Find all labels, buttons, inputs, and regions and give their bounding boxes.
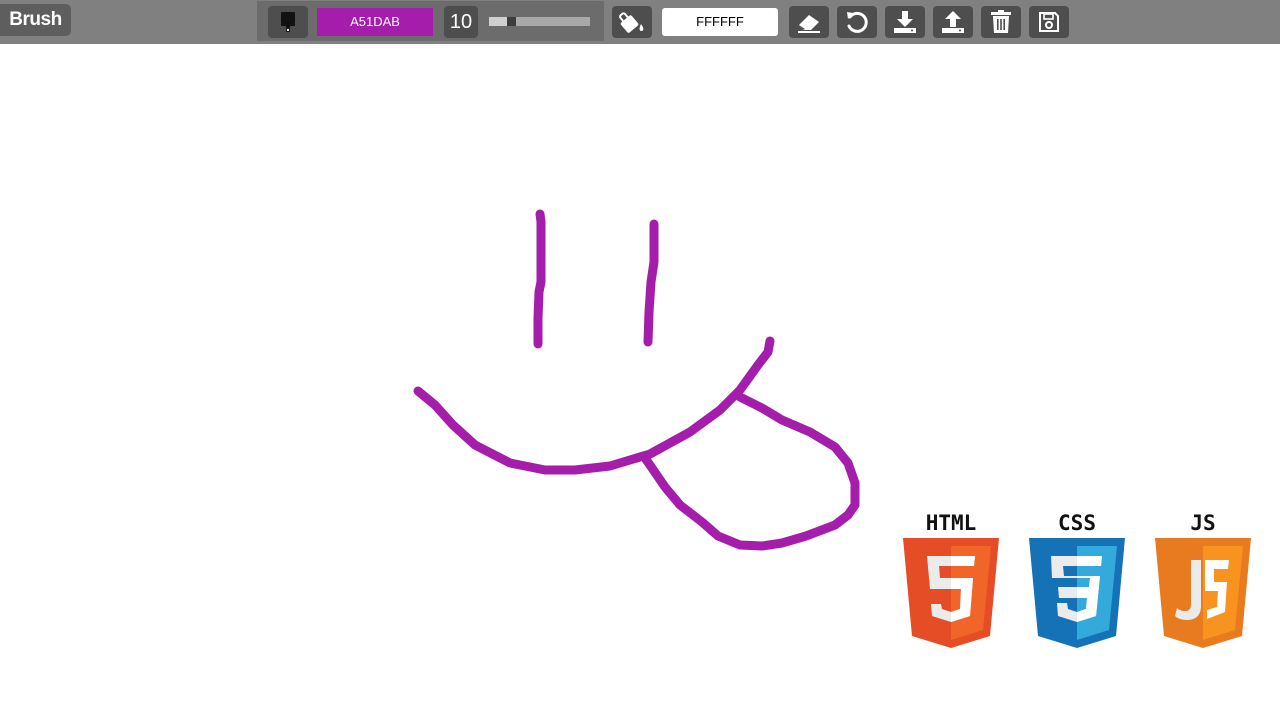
left-eye-stroke — [533, 209, 546, 349]
mode-label[interactable]: Brush — [0, 4, 71, 36]
paintbrush-icon — [281, 12, 295, 32]
brush-color-input[interactable] — [317, 8, 433, 36]
save-button[interactable] — [1029, 6, 1069, 38]
js-shield — [1155, 538, 1251, 648]
brush-tool-button[interactable] — [268, 6, 308, 38]
eraser-icon — [798, 15, 820, 33]
html5-shield — [903, 538, 999, 648]
fill-tool-button[interactable] — [612, 6, 652, 38]
css3-shield — [1029, 538, 1125, 648]
brush-size-slider-fill — [489, 17, 507, 26]
css-logo-title: CSS — [1058, 511, 1096, 535]
html5-logo: HTML — [903, 510, 999, 650]
mouth-stroke — [413, 336, 775, 475]
clear-canvas-button[interactable] — [981, 6, 1021, 38]
background-color-input[interactable] — [662, 8, 778, 36]
brush-size-slider[interactable] — [489, 17, 590, 26]
upload-button[interactable] — [933, 6, 973, 38]
html-logo-title: HTML — [925, 511, 977, 535]
js-logo: JS — [1155, 510, 1251, 650]
js-logo-title: JS — [1190, 511, 1216, 535]
floppy-disk-icon — [1039, 12, 1059, 32]
eraser-button[interactable] — [789, 6, 829, 38]
brush-size-value: 10 — [444, 6, 478, 38]
undo-icon — [847, 11, 868, 33]
css3-logo: CSS — [1029, 510, 1125, 650]
download-button[interactable] — [885, 6, 925, 38]
brush-size-slider-thumb[interactable] — [507, 17, 516, 26]
trash-icon — [991, 10, 1011, 33]
toolbar: Brush 10 — [0, 0, 1280, 44]
tongue-stroke — [640, 392, 860, 551]
undo-button[interactable] — [837, 6, 877, 38]
paint-bucket-icon — [619, 12, 644, 33]
upload-icon — [942, 11, 964, 33]
right-eye-stroke — [643, 219, 659, 347]
download-icon — [894, 11, 916, 33]
